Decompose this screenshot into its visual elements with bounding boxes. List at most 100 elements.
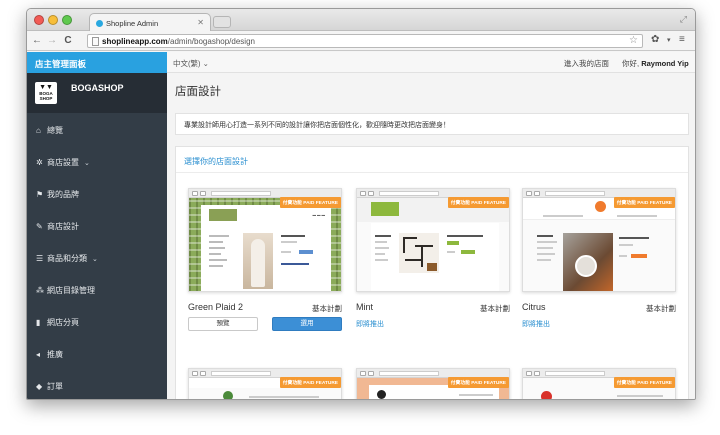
sidebar-item-label: 推廣	[47, 350, 63, 359]
home-icon: ⌂	[36, 126, 41, 135]
admin-app: 店主管理面板 ▼▼ BOGA SHOP BOGASHOP ⌂ 總覽 ✲ 商店設置 ⌄ …	[27, 52, 695, 399]
user-name: Raymond Yip	[641, 59, 689, 68]
sidebar-item-promotion[interactable]: ◂ 推廣	[27, 337, 167, 369]
sidebar-item-products[interactable]: ☰ 商品和分類 ⌄	[27, 241, 167, 273]
thumbnail-page	[371, 223, 499, 291]
gear-icon: ✲	[36, 158, 43, 167]
chevron-down-icon: ⌄	[202, 59, 209, 68]
sitemap-icon: ⁂	[36, 286, 44, 295]
sidebar-item-label: 網店目錄管理	[47, 286, 95, 295]
theme-plan: 基本計劃	[480, 304, 510, 313]
theme-thumbnail[interactable]: 付費功能 PAID FEATURE	[522, 188, 676, 292]
sidebar: 店主管理面板 ▼▼ BOGA SHOP BOGASHOP ⌂ 總覽 ✲ 商店設置 ⌄ …	[27, 52, 167, 399]
paid-feature-badge: 付費功能 PAID FEATURE	[613, 377, 675, 388]
language-selector[interactable]: 中文(繁) ⌄	[173, 58, 209, 69]
page-title: 店面設計	[175, 86, 221, 98]
theme-name: Mint	[356, 302, 374, 312]
sidebar-header[interactable]: 店主管理面板	[27, 52, 167, 73]
thumbnail-logo	[377, 390, 386, 399]
paid-feature-badge: 付費功能 PAID FEATURE	[447, 197, 509, 208]
brand-block[interactable]: ▼▼ BOGA SHOP BOGASHOP	[27, 73, 167, 113]
chevron-down-icon[interactable]: ▾	[667, 36, 671, 44]
intro-panel: 專業設計師用心打造一系列不同的設計讓你把店面個性化，歡迎隨時更改把店面變身！	[175, 113, 689, 135]
sidebar-item-label: 商品和分類	[47, 254, 87, 263]
forward-arrow-icon[interactable]: →	[46, 34, 58, 48]
language-label: 中文(繁)	[173, 59, 201, 68]
sidebar-item-my-brand[interactable]: ⚑ 我的品牌	[27, 177, 167, 209]
sidebar-item-store-settings[interactable]: ✲ 商店設置 ⌄	[27, 145, 167, 177]
thumbnail-photo	[563, 233, 613, 291]
browser-tab[interactable]: Shopline Admin ✕	[89, 13, 211, 32]
theme-plan: 基本計劃	[312, 304, 342, 313]
divider	[176, 172, 688, 173]
minimize-window-button[interactable]	[48, 15, 58, 25]
brand-logo-text: BOGA SHOP	[39, 91, 53, 101]
url-path: /admin/bogashop/design	[167, 37, 255, 46]
thumbnail-logo	[541, 391, 552, 399]
address-bar[interactable]: shoplineapp.com/admin/bogashop/design ☆	[87, 34, 643, 48]
apply-button[interactable]: 選用	[272, 317, 342, 331]
browser-toolbar: ← → C shoplineapp.com/admin/bogashop/des…	[27, 31, 695, 51]
sidebar-item-catalog[interactable]: ⁂ 網店目錄管理	[27, 273, 167, 305]
theme-thumbnail[interactable]: 付費功能 PAID FEATURE	[522, 368, 676, 399]
file-icon: ▮	[36, 318, 41, 327]
chevron-down-icon: ⌄	[92, 256, 98, 263]
browser-titlebar: Shopline Admin ✕ ⤢	[27, 9, 695, 32]
theme-plan: 基本計劃	[646, 304, 676, 313]
theme-thumbnail[interactable]: 付費功能 PAID FEATURE	[188, 368, 342, 399]
sidebar-item-label: 商店設置	[47, 158, 79, 167]
thumbnail-logo	[595, 201, 606, 212]
page-icon	[92, 37, 99, 46]
visit-store-link[interactable]: 進入我的店面	[564, 58, 609, 69]
theme-card-citrus: 付費功能 PAID FEATURE Citrus 基本計劃 即將推出	[522, 188, 676, 334]
extension-gear-icon[interactable]: ✿	[651, 34, 659, 45]
sidebar-item-label: 網店分頁	[47, 318, 79, 327]
close-tab-icon[interactable]: ✕	[197, 18, 204, 27]
theme-thumbnail[interactable]: 付費功能 PAID FEATURE	[356, 368, 510, 399]
theme-card-green-plaid: ▬ ▬ ▬ 付費功能 PAID FEATURE Green Plaid 2 基本…	[188, 188, 342, 334]
new-tab-button[interactable]	[213, 16, 231, 28]
theme-name: Green Plaid 2	[188, 302, 244, 312]
pencil-icon: ✎	[36, 222, 43, 231]
wings-icon: ▼▼	[39, 84, 53, 91]
back-arrow-icon[interactable]: ←	[31, 34, 43, 48]
flag-icon: ⚑	[36, 190, 44, 199]
brand-name: BOGASHOP	[71, 83, 124, 93]
thumbnail-logo	[371, 202, 399, 216]
preview-button[interactable]: 預覽	[188, 317, 258, 331]
tab-title: Shopline Admin	[106, 19, 159, 28]
sidebar-item-label: 商店設計	[47, 222, 79, 231]
sidebar-item-pages[interactable]: ▮ 網店分頁	[27, 305, 167, 337]
sidebar-item-overview[interactable]: ⌂ 總覽	[27, 113, 167, 145]
thumbnail-nav: ▬ ▬ ▬	[312, 213, 325, 217]
sidebar-item-store-design[interactable]: ✎ 商店設計	[27, 209, 167, 241]
theme-chooser-panel: 選擇你的店面設計 ▬ ▬ ▬ 付費功能 PAID FEATURE Green P…	[175, 146, 689, 399]
sidebar-item-orders[interactable]: ◆ 訂單	[27, 369, 167, 399]
tag-icon: ◆	[36, 382, 43, 391]
maximize-window-button[interactable]	[62, 15, 72, 25]
list-icon: ☰	[36, 254, 44, 263]
paid-feature-badge: 付費功能 PAID FEATURE	[279, 377, 341, 388]
chevron-down-icon: ⌄	[84, 160, 90, 167]
close-window-button[interactable]	[34, 15, 44, 25]
sidebar-item-label: 訂單	[47, 382, 63, 391]
main-content: 店面設計 專業設計師用心打造一系列不同的設計讓你把店面個性化，歡迎隨時更改把店面…	[167, 73, 695, 399]
fullscreen-icon[interactable]: ⤢	[680, 14, 687, 25]
browser-window: Shopline Admin ✕ ⤢ ← → C shoplineapp.com…	[26, 8, 696, 400]
thumbnail-logo	[223, 391, 233, 399]
bookmark-star-icon[interactable]: ☆	[629, 35, 638, 46]
menu-icon[interactable]: ≡	[679, 34, 685, 45]
thumbnail-photo	[399, 233, 439, 273]
paid-feature-badge: 付費功能 PAID FEATURE	[279, 197, 341, 208]
theme-chooser-title: 選擇你的店面設計	[184, 157, 248, 166]
sidebar-item-label: 我的品牌	[47, 190, 79, 199]
coming-soon-label: 即將推出	[522, 321, 550, 328]
theme-thumbnail[interactable]: 付費功能 PAID FEATURE	[356, 188, 510, 292]
reload-icon[interactable]: C	[62, 34, 74, 48]
theme-thumbnail[interactable]: ▬ ▬ ▬ 付費功能 PAID FEATURE	[188, 188, 342, 292]
theme-card-mint: 付費功能 PAID FEATURE Mint 基本計劃 即將推出	[356, 188, 510, 334]
top-bar: 中文(繁) ⌄ 進入我的店面 你好, Raymond Yip ⌄	[167, 52, 695, 78]
coming-soon-label: 即將推出	[356, 321, 384, 328]
paid-feature-badge: 付費功能 PAID FEATURE	[447, 377, 509, 388]
sidebar-item-label: 總覽	[47, 126, 63, 135]
